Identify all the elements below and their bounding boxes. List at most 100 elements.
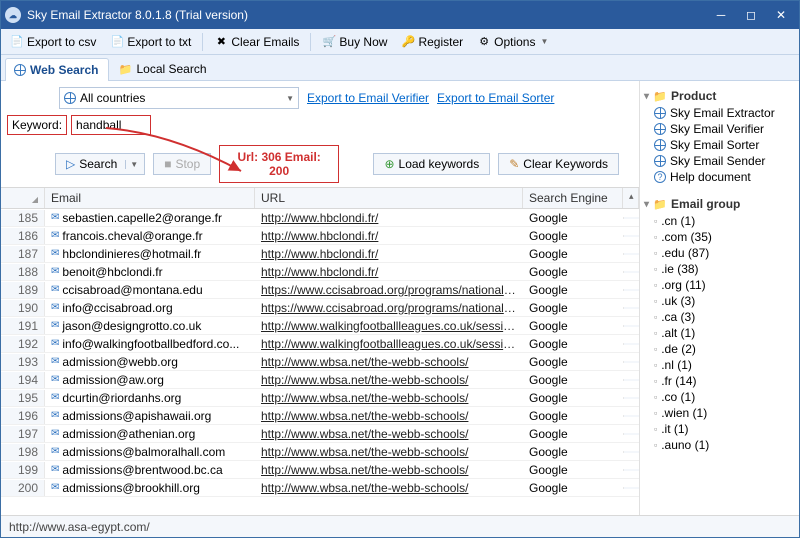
email-group-item[interactable]: ▫.ca (3)	[644, 309, 795, 325]
search-button[interactable]: ▷Search▼	[55, 153, 145, 175]
keyword-input[interactable]	[71, 115, 151, 135]
email-group-item[interactable]: ▫.com (35)	[644, 229, 795, 245]
col-search-engine[interactable]: Search Engine	[523, 188, 623, 208]
table-row[interactable]: 199✉admissions@brentwood.bc.cahttp://www…	[1, 461, 639, 479]
table-row[interactable]: 197✉admission@athenian.orghttp://www.wbs…	[1, 425, 639, 443]
table-row[interactable]: 198✉admissions@balmoralhall.comhttp://ww…	[1, 443, 639, 461]
cell-url[interactable]: http://www.wbsa.net/the-webb-schools/	[255, 354, 523, 370]
col-email[interactable]: Email	[45, 188, 255, 208]
email-group-item[interactable]: ▫.co (1)	[644, 389, 795, 405]
email-group-item[interactable]: ▫.fr (14)	[644, 373, 795, 389]
stop-button[interactable]: ■Stop	[153, 153, 211, 175]
table-row[interactable]: 186✉francois.cheval@orange.frhttp://www.…	[1, 227, 639, 245]
chevron-down-icon[interactable]: ▼	[125, 160, 142, 169]
scrollbar-track[interactable]	[623, 253, 639, 255]
export-verifier-link[interactable]: Export to Email Verifier	[307, 91, 429, 105]
clear-keywords-button[interactable]: ✎Clear Keywords	[498, 153, 619, 175]
minimize-button[interactable]: ─	[707, 5, 735, 25]
table-row[interactable]: 190✉info@ccisabroad.orghttps://www.ccisa…	[1, 299, 639, 317]
product-header[interactable]: ▾📁Product	[644, 87, 795, 105]
cell-url[interactable]: http://www.hbclondi.fr/	[255, 246, 523, 262]
register-button[interactable]: 🔑Register	[396, 33, 468, 51]
cell-url[interactable]: https://www.ccisabroad.org/programs/nati…	[255, 300, 523, 316]
table-row[interactable]: 192✉info@walkingfootballbedford.co...htt…	[1, 335, 639, 353]
table-row[interactable]: 195✉dcurtin@riordanhs.orghttp://www.wbsa…	[1, 389, 639, 407]
buy-now-button[interactable]: 🛒Buy Now	[317, 33, 392, 51]
globe-icon	[654, 107, 666, 119]
product-header-label: Product	[671, 89, 716, 103]
product-item[interactable]: Sky Email Sender	[644, 153, 795, 169]
scrollbar-track[interactable]	[623, 433, 639, 435]
scrollbar-track[interactable]	[623, 325, 639, 327]
cell-url[interactable]: http://www.wbsa.net/the-webb-schools/	[255, 426, 523, 442]
email-group-item[interactable]: ▫.cn (1)	[644, 213, 795, 229]
scrollbar-track[interactable]	[623, 361, 639, 363]
scrollbar-track[interactable]	[623, 487, 639, 489]
tab-local-search[interactable]: 📁Local Search	[109, 57, 217, 80]
email-group-item[interactable]: ▫.uk (3)	[644, 293, 795, 309]
email-group-item[interactable]: ▫.it (1)	[644, 421, 795, 437]
table-row[interactable]: 185✉sebastien.capelle2@orange.frhttp://w…	[1, 209, 639, 227]
email-group-item[interactable]: ▫.nl (1)	[644, 357, 795, 373]
export-sorter-link[interactable]: Export to Email Sorter	[437, 91, 554, 105]
cell-url[interactable]: http://www.wbsa.net/the-webb-schools/	[255, 390, 523, 406]
cell-search-engine: Google	[523, 354, 623, 370]
cell-url[interactable]: http://www.wbsa.net/the-webb-schools/	[255, 408, 523, 424]
clear-emails-button[interactable]: ✖Clear Emails	[209, 33, 304, 51]
export-csv-button[interactable]: 📄Export to csv	[5, 33, 101, 51]
tab-web-search[interactable]: Web Search	[5, 58, 109, 81]
cell-url[interactable]: http://www.hbclondi.fr/	[255, 228, 523, 244]
cell-email: ✉admissions@apishawaii.org	[45, 408, 255, 424]
product-item[interactable]: ?Help document	[644, 169, 795, 185]
scrollbar-track[interactable]	[623, 217, 639, 219]
table-row[interactable]: 188✉benoit@hbclondi.frhttp://www.hbclond…	[1, 263, 639, 281]
country-dropdown[interactable]: All countries ▼	[59, 87, 299, 109]
scrollbar-track[interactable]	[623, 343, 639, 345]
scrollbar-track[interactable]	[623, 289, 639, 291]
email-group-item[interactable]: ▫.alt (1)	[644, 325, 795, 341]
cell-email: ✉jason@designgrotto.co.uk	[45, 318, 255, 334]
export-txt-button[interactable]: 📄Export to txt	[105, 33, 196, 51]
email-group-item[interactable]: ▫.de (2)	[644, 341, 795, 357]
email-group-header[interactable]: ▾📁Email group	[644, 195, 795, 213]
table-row[interactable]: 191✉jason@designgrotto.co.ukhttp://www.w…	[1, 317, 639, 335]
table-row[interactable]: 193✉admission@webb.orghttp://www.wbsa.ne…	[1, 353, 639, 371]
cell-url[interactable]: http://www.walkingfootballleagues.co.uk/…	[255, 336, 523, 352]
scrollbar-track[interactable]	[623, 415, 639, 417]
email-group-item[interactable]: ▫.ie (38)	[644, 261, 795, 277]
scroll-up[interactable]: ▴	[623, 188, 639, 208]
table-row[interactable]: 194✉admission@aw.orghttp://www.wbsa.net/…	[1, 371, 639, 389]
options-button[interactable]: ⚙Options▼	[472, 33, 553, 51]
email-group-item[interactable]: ▫.org (11)	[644, 277, 795, 293]
scrollbar-track[interactable]	[623, 379, 639, 381]
load-keywords-button[interactable]: ⊕Load keywords	[373, 153, 490, 175]
col-index[interactable]: ◢	[1, 188, 45, 208]
email-group-item[interactable]: ▫.edu (87)	[644, 245, 795, 261]
cell-url[interactable]: http://www.walkingfootballleagues.co.uk/…	[255, 318, 523, 334]
scrollbar-track[interactable]	[623, 271, 639, 273]
email-group-item[interactable]: ▫.wien (1)	[644, 405, 795, 421]
cell-url[interactable]: http://www.wbsa.net/the-webb-schools/	[255, 372, 523, 388]
scrollbar-track[interactable]	[623, 469, 639, 471]
cell-url[interactable]: http://www.wbsa.net/the-webb-schools/	[255, 480, 523, 496]
scrollbar-track[interactable]	[623, 235, 639, 237]
email-group-item[interactable]: ▫.auno (1)	[644, 437, 795, 453]
scrollbar-track[interactable]	[623, 307, 639, 309]
product-item[interactable]: Sky Email Extractor	[644, 105, 795, 121]
cell-url[interactable]: http://www.hbclondi.fr/	[255, 210, 523, 226]
cell-url[interactable]: https://www.ccisabroad.org/programs/nati…	[255, 282, 523, 298]
table-row[interactable]: 187✉hbclondinieres@hotmail.frhttp://www.…	[1, 245, 639, 263]
scrollbar-track[interactable]	[623, 397, 639, 399]
cell-url[interactable]: http://www.wbsa.net/the-webb-schools/	[255, 462, 523, 478]
table-row[interactable]: 189✉ccisabroad@montana.eduhttps://www.cc…	[1, 281, 639, 299]
close-button[interactable]: ✕	[767, 5, 795, 25]
col-url[interactable]: URL	[255, 188, 523, 208]
table-row[interactable]: 196✉admissions@apishawaii.orghttp://www.…	[1, 407, 639, 425]
scrollbar-track[interactable]	[623, 451, 639, 453]
cell-url[interactable]: http://www.wbsa.net/the-webb-schools/	[255, 444, 523, 460]
table-row[interactable]: 200✉admissions@brookhill.orghttp://www.w…	[1, 479, 639, 497]
product-item[interactable]: Sky Email Verifier	[644, 121, 795, 137]
maximize-button[interactable]: ◻	[737, 5, 765, 25]
cell-url[interactable]: http://www.hbclondi.fr/	[255, 264, 523, 280]
product-item[interactable]: Sky Email Sorter	[644, 137, 795, 153]
